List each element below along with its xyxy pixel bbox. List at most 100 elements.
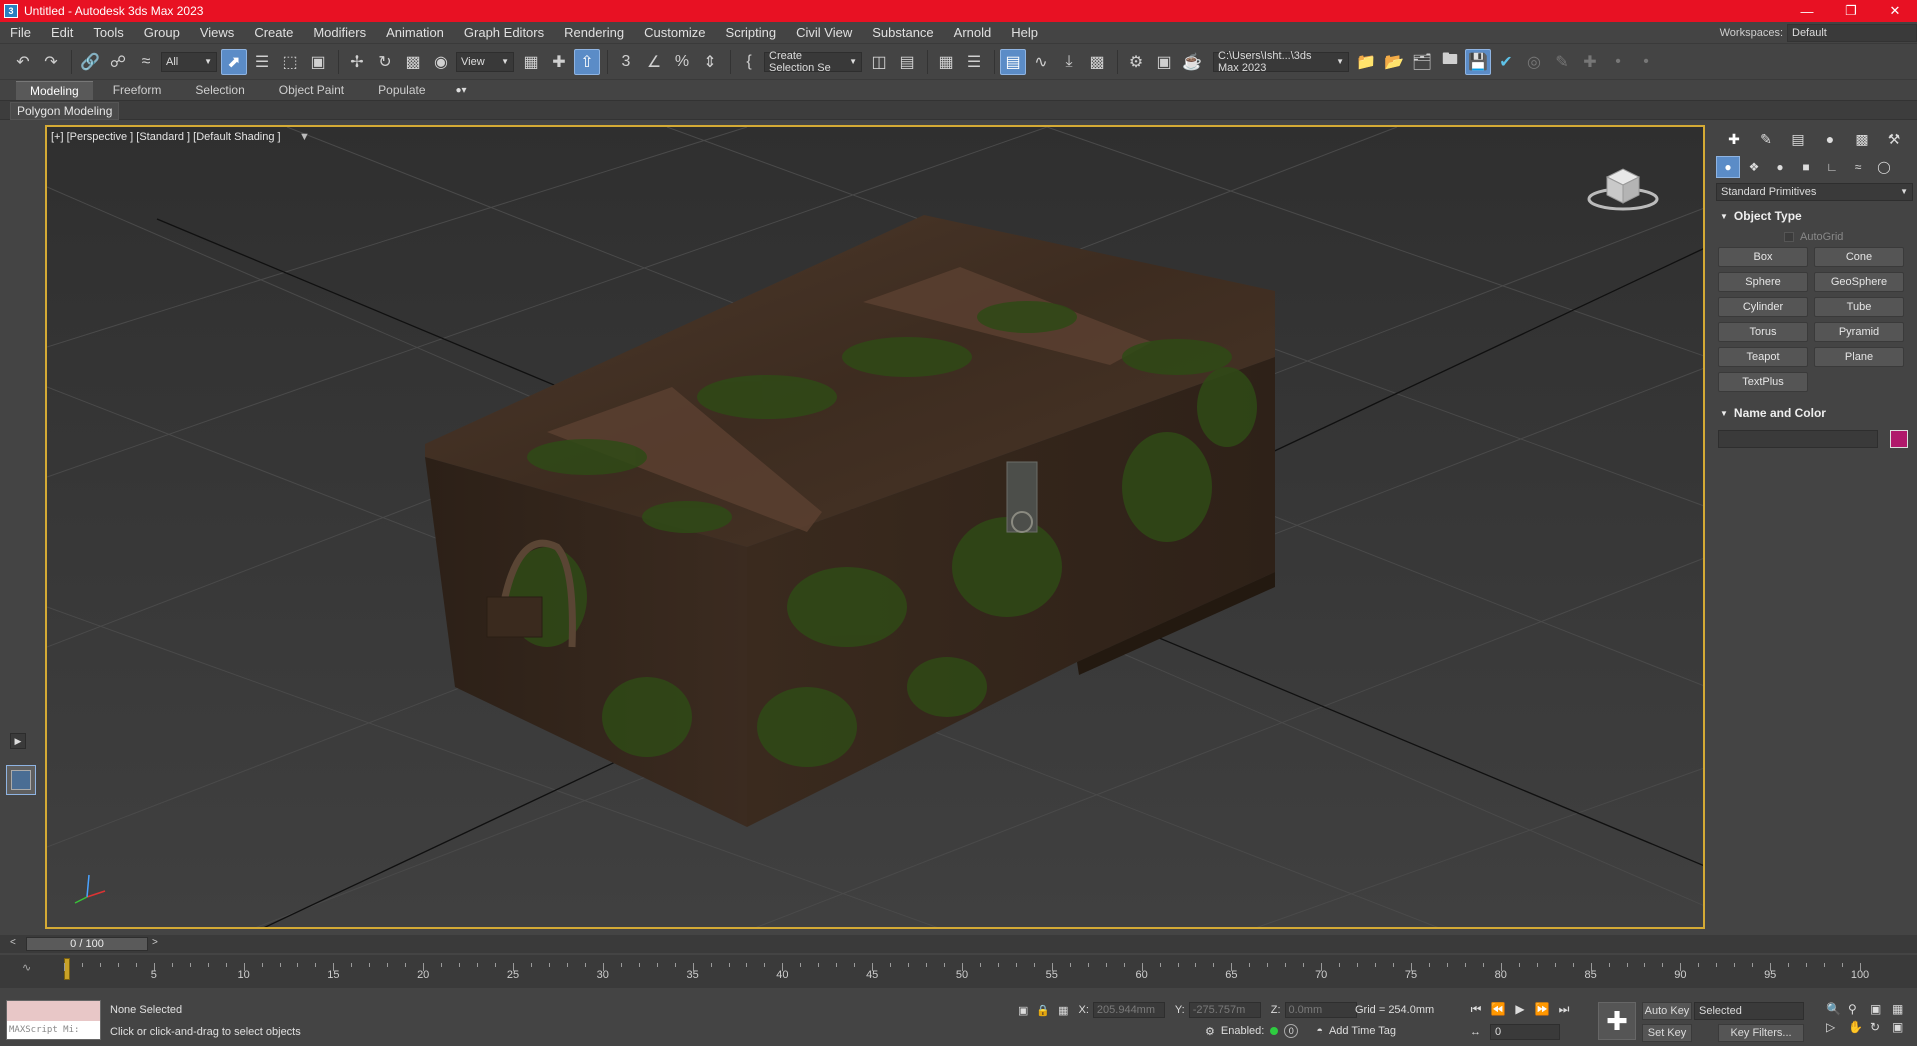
- set-key-icon[interactable]: ✚: [1598, 1002, 1636, 1040]
- menu-substance[interactable]: Substance: [862, 25, 943, 40]
- tab-selection[interactable]: Selection: [181, 81, 258, 99]
- menu-help[interactable]: Help: [1001, 25, 1048, 40]
- set-key-button[interactable]: Set Key: [1642, 1024, 1692, 1042]
- mirror-icon[interactable]: ◫: [866, 49, 892, 75]
- bind-spacewarp-icon[interactable]: ≈: [133, 49, 159, 75]
- z-field[interactable]: 0.0mm: [1284, 1002, 1357, 1018]
- menu-views[interactable]: Views: [190, 25, 244, 40]
- menu-scripting[interactable]: Scripting: [716, 25, 787, 40]
- plane-button[interactable]: Plane: [1814, 347, 1904, 367]
- rectangular-selection-icon[interactable]: ⬚: [277, 49, 303, 75]
- save-icon[interactable]: 💾: [1465, 48, 1491, 75]
- y-field[interactable]: -275.757m: [1188, 1002, 1261, 1018]
- open-folder-icon[interactable]: 📂: [1381, 49, 1407, 75]
- layer-explorer-icon[interactable]: ☰: [961, 49, 987, 75]
- tab-populate[interactable]: Populate: [364, 81, 439, 99]
- redo-icon[interactable]: ↷: [38, 49, 64, 75]
- menu-customize[interactable]: Customize: [634, 25, 715, 40]
- x-field[interactable]: 205.944mm: [1092, 1002, 1165, 1018]
- add-icon[interactable]: ✚: [1577, 49, 1603, 75]
- object-type-rollout[interactable]: ▼ Object Type: [1712, 207, 1917, 225]
- viewport-layout-button[interactable]: [6, 765, 36, 795]
- scale-icon[interactable]: ▩: [400, 49, 426, 75]
- geosphere-button[interactable]: GeoSphere: [1814, 272, 1904, 292]
- object-color-swatch[interactable]: [1890, 430, 1908, 448]
- curve-editor-toggle-icon[interactable]: ∿: [22, 961, 31, 974]
- lights-icon[interactable]: ●: [1768, 156, 1792, 178]
- arnold-icon[interactable]: ◎: [1521, 49, 1547, 75]
- rotate-icon[interactable]: ↻: [372, 49, 398, 75]
- menu-civil-view[interactable]: Civil View: [786, 25, 862, 40]
- add-time-tag[interactable]: Add Time Tag: [1329, 1025, 1396, 1037]
- toggle-ribbon-icon[interactable]: ▤: [1000, 48, 1026, 75]
- tab-modeling[interactable]: Modeling: [16, 80, 93, 100]
- menu-create[interactable]: Create: [244, 25, 303, 40]
- minimize-icon[interactable]: —: [1785, 0, 1829, 22]
- add-time-tag-icon[interactable]: ◓: [1316, 1025, 1323, 1037]
- isolate-icon[interactable]: ▣: [1018, 1004, 1028, 1017]
- render-setup-icon[interactable]: ⚙: [1123, 49, 1149, 75]
- previous-frame-icon[interactable]: ⏪: [1487, 1002, 1509, 1017]
- time-slider-handle[interactable]: 0 / 100: [26, 937, 148, 951]
- align-icon[interactable]: ▤: [894, 49, 920, 75]
- adaptive-degradation-icon[interactable]: ⚙: [1205, 1025, 1215, 1038]
- cone-button[interactable]: Cone: [1814, 247, 1904, 267]
- track-area[interactable]: 5 10 15 20 25 30 35 40 45 50 55 60 65 70 75 80 85 90 95 100: [62, 955, 1869, 988]
- current-frame-field[interactable]: 0: [1490, 1024, 1560, 1040]
- move-icon[interactable]: ✢: [344, 49, 370, 75]
- window-crossing-icon[interactable]: ▣: [305, 49, 331, 75]
- pivot-center-icon[interactable]: ▦: [518, 49, 544, 75]
- maxscript-output[interactable]: [7, 1001, 100, 1021]
- angle-snap-icon[interactable]: ∠: [641, 49, 667, 75]
- display-tab-icon[interactable]: ▩: [1846, 131, 1878, 148]
- place-icon[interactable]: ◉: [428, 49, 454, 75]
- viewport-label[interactable]: [+] [Perspective ] [Standard ] [Default …: [51, 131, 281, 143]
- material-editor-icon[interactable]: ▩: [1084, 49, 1110, 75]
- geometry-icon[interactable]: ●: [1716, 156, 1740, 178]
- select-object-icon[interactable]: ⬈: [221, 48, 247, 75]
- maxscript-input[interactable]: MAXScript Mi:: [7, 1021, 100, 1039]
- named-selection-set-dropdown[interactable]: Create Selection Se ▼: [764, 50, 862, 74]
- tube-button[interactable]: Tube: [1814, 297, 1904, 317]
- previous-frame-icon[interactable]: <: [10, 937, 24, 951]
- object-name-input[interactable]: [1718, 430, 1878, 448]
- link-icon[interactable]: 🔗: [77, 49, 103, 75]
- next-frame-icon[interactable]: >: [152, 937, 158, 948]
- workspace-dropdown[interactable]: Default: [1787, 24, 1917, 42]
- category-dropdown[interactable]: Standard Primitives ▼: [1716, 183, 1913, 201]
- percent-snap-icon[interactable]: %: [669, 49, 695, 75]
- rendered-frame-window-icon[interactable]: ▣: [1151, 49, 1177, 75]
- zoom-extents-all-icon[interactable]: ▦: [1892, 1002, 1912, 1016]
- zoom-all-icon[interactable]: ⚲: [1848, 1002, 1868, 1016]
- field-of-view-icon[interactable]: ▷: [1826, 1020, 1846, 1034]
- play-icon[interactable]: ▶: [1509, 1002, 1531, 1017]
- spacewarps-icon[interactable]: ≈: [1846, 156, 1870, 178]
- polygon-modeling-panel[interactable]: Polygon Modeling: [10, 102, 120, 120]
- box-button[interactable]: Box: [1718, 247, 1808, 267]
- tab-freeform[interactable]: Freeform: [99, 81, 176, 99]
- shapes-icon[interactable]: ❖: [1742, 156, 1766, 178]
- menu-rendering[interactable]: Rendering: [554, 25, 634, 40]
- folder-browse-icon[interactable]: 🖿: [1437, 49, 1463, 75]
- key-filters-button[interactable]: Key Filters...: [1718, 1024, 1804, 1042]
- hierarchy-tab-icon[interactable]: ▤: [1782, 131, 1814, 148]
- key-mode-dropdown[interactable]: Selected: [1694, 1002, 1804, 1020]
- menu-file[interactable]: File: [0, 25, 41, 40]
- check-icon[interactable]: ✔: [1493, 49, 1519, 75]
- viewcube-icon[interactable]: [1583, 157, 1663, 217]
- modify-tab-icon[interactable]: ✎: [1750, 131, 1782, 148]
- track-bar[interactable]: ∿ 5 10 15 20 25 30 35 40 45 50 55 60 65 70 75 80 85 90 95 1…: [0, 955, 1917, 988]
- project-path-dropdown[interactable]: C:\Users\Isht...\3ds Max 2023 ▼: [1213, 50, 1349, 74]
- tab-object-paint[interactable]: Object Paint: [265, 81, 358, 99]
- torus-button[interactable]: Torus: [1718, 322, 1808, 342]
- select-manipulate-icon[interactable]: ✚: [546, 49, 572, 75]
- undo-icon[interactable]: ↶: [10, 49, 36, 75]
- reference-coordinate-dropdown[interactable]: View ▼: [456, 51, 514, 72]
- menu-modifiers[interactable]: Modifiers: [303, 25, 376, 40]
- textplus-button[interactable]: TextPlus: [1718, 372, 1808, 392]
- lock-icon[interactable]: 🔒: [1036, 1004, 1050, 1017]
- selection-filter-dropdown[interactable]: All ▼: [161, 51, 217, 72]
- systems-icon[interactable]: ◯: [1872, 156, 1896, 178]
- scene-explorer-icon[interactable]: ▦: [933, 49, 959, 75]
- render-production-icon[interactable]: ☕: [1179, 49, 1205, 75]
